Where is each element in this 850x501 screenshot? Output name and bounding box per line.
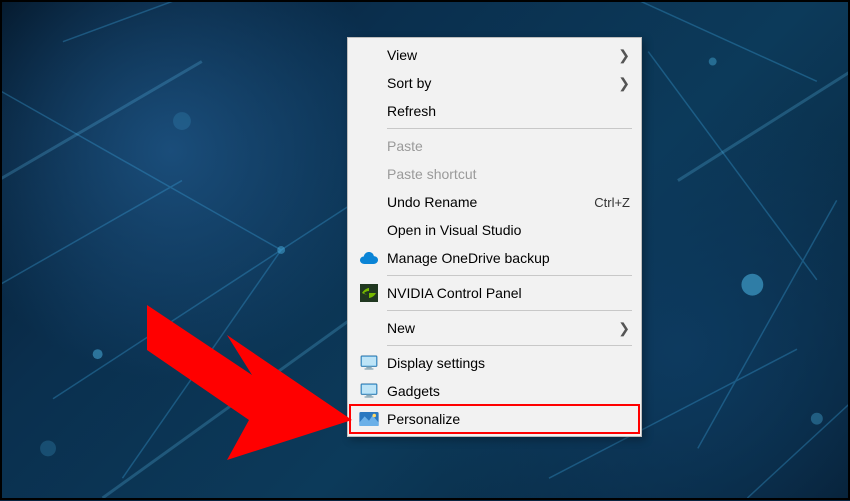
menu-divider — [387, 275, 632, 276]
nvidia-eye-icon — [357, 283, 381, 303]
menu-item-new[interactable]: New ❯ — [349, 314, 640, 342]
menu-label: Manage OneDrive backup — [387, 250, 630, 266]
menu-label: Paste shortcut — [387, 166, 630, 182]
menu-label: Undo Rename — [387, 194, 594, 210]
menu-item-sort-by[interactable]: Sort by ❯ — [349, 69, 640, 97]
icon-slot — [357, 101, 381, 121]
monitor-icon — [357, 353, 381, 373]
icon-slot — [357, 164, 381, 184]
personalize-icon — [357, 409, 381, 429]
icon-slot — [357, 220, 381, 240]
chevron-right-icon: ❯ — [618, 75, 630, 92]
onedrive-cloud-icon — [357, 248, 381, 268]
menu-divider — [387, 128, 632, 129]
menu-label: New — [387, 320, 618, 336]
menu-divider — [387, 310, 632, 311]
menu-item-paste: Paste — [349, 132, 640, 160]
icon-slot — [357, 318, 381, 338]
menu-label: Paste — [387, 138, 630, 154]
menu-label: NVIDIA Control Panel — [387, 285, 630, 301]
menu-item-personalize[interactable]: Personalize — [349, 405, 640, 433]
menu-item-undo-rename[interactable]: Undo Rename Ctrl+Z — [349, 188, 640, 216]
menu-label: Open in Visual Studio — [387, 222, 630, 238]
menu-shortcut: Ctrl+Z — [594, 195, 630, 210]
menu-item-open-visual-studio[interactable]: Open in Visual Studio — [349, 216, 640, 244]
menu-label: View — [387, 47, 618, 63]
chevron-right-icon: ❯ — [618, 47, 630, 64]
menu-item-view[interactable]: View ❯ — [349, 41, 640, 69]
menu-item-gadgets[interactable]: Gadgets — [349, 377, 640, 405]
menu-item-onedrive-backup[interactable]: Manage OneDrive backup — [349, 244, 640, 272]
menu-label: Sort by — [387, 75, 618, 91]
menu-item-paste-shortcut: Paste shortcut — [349, 160, 640, 188]
chevron-right-icon: ❯ — [618, 320, 630, 337]
menu-item-nvidia-control-panel[interactable]: NVIDIA Control Panel — [349, 279, 640, 307]
icon-slot — [357, 45, 381, 65]
menu-label: Personalize — [387, 411, 630, 427]
menu-label: Refresh — [387, 103, 630, 119]
menu-label: Display settings — [387, 355, 630, 371]
icon-slot — [357, 73, 381, 93]
icon-slot — [357, 192, 381, 212]
menu-item-refresh[interactable]: Refresh — [349, 97, 640, 125]
desktop-context-menu: View ❯ Sort by ❯ Refresh Paste Paste sho… — [347, 37, 642, 437]
icon-slot — [357, 136, 381, 156]
menu-label: Gadgets — [387, 383, 630, 399]
menu-item-display-settings[interactable]: Display settings — [349, 349, 640, 377]
monitor-icon — [357, 381, 381, 401]
menu-divider — [387, 345, 632, 346]
